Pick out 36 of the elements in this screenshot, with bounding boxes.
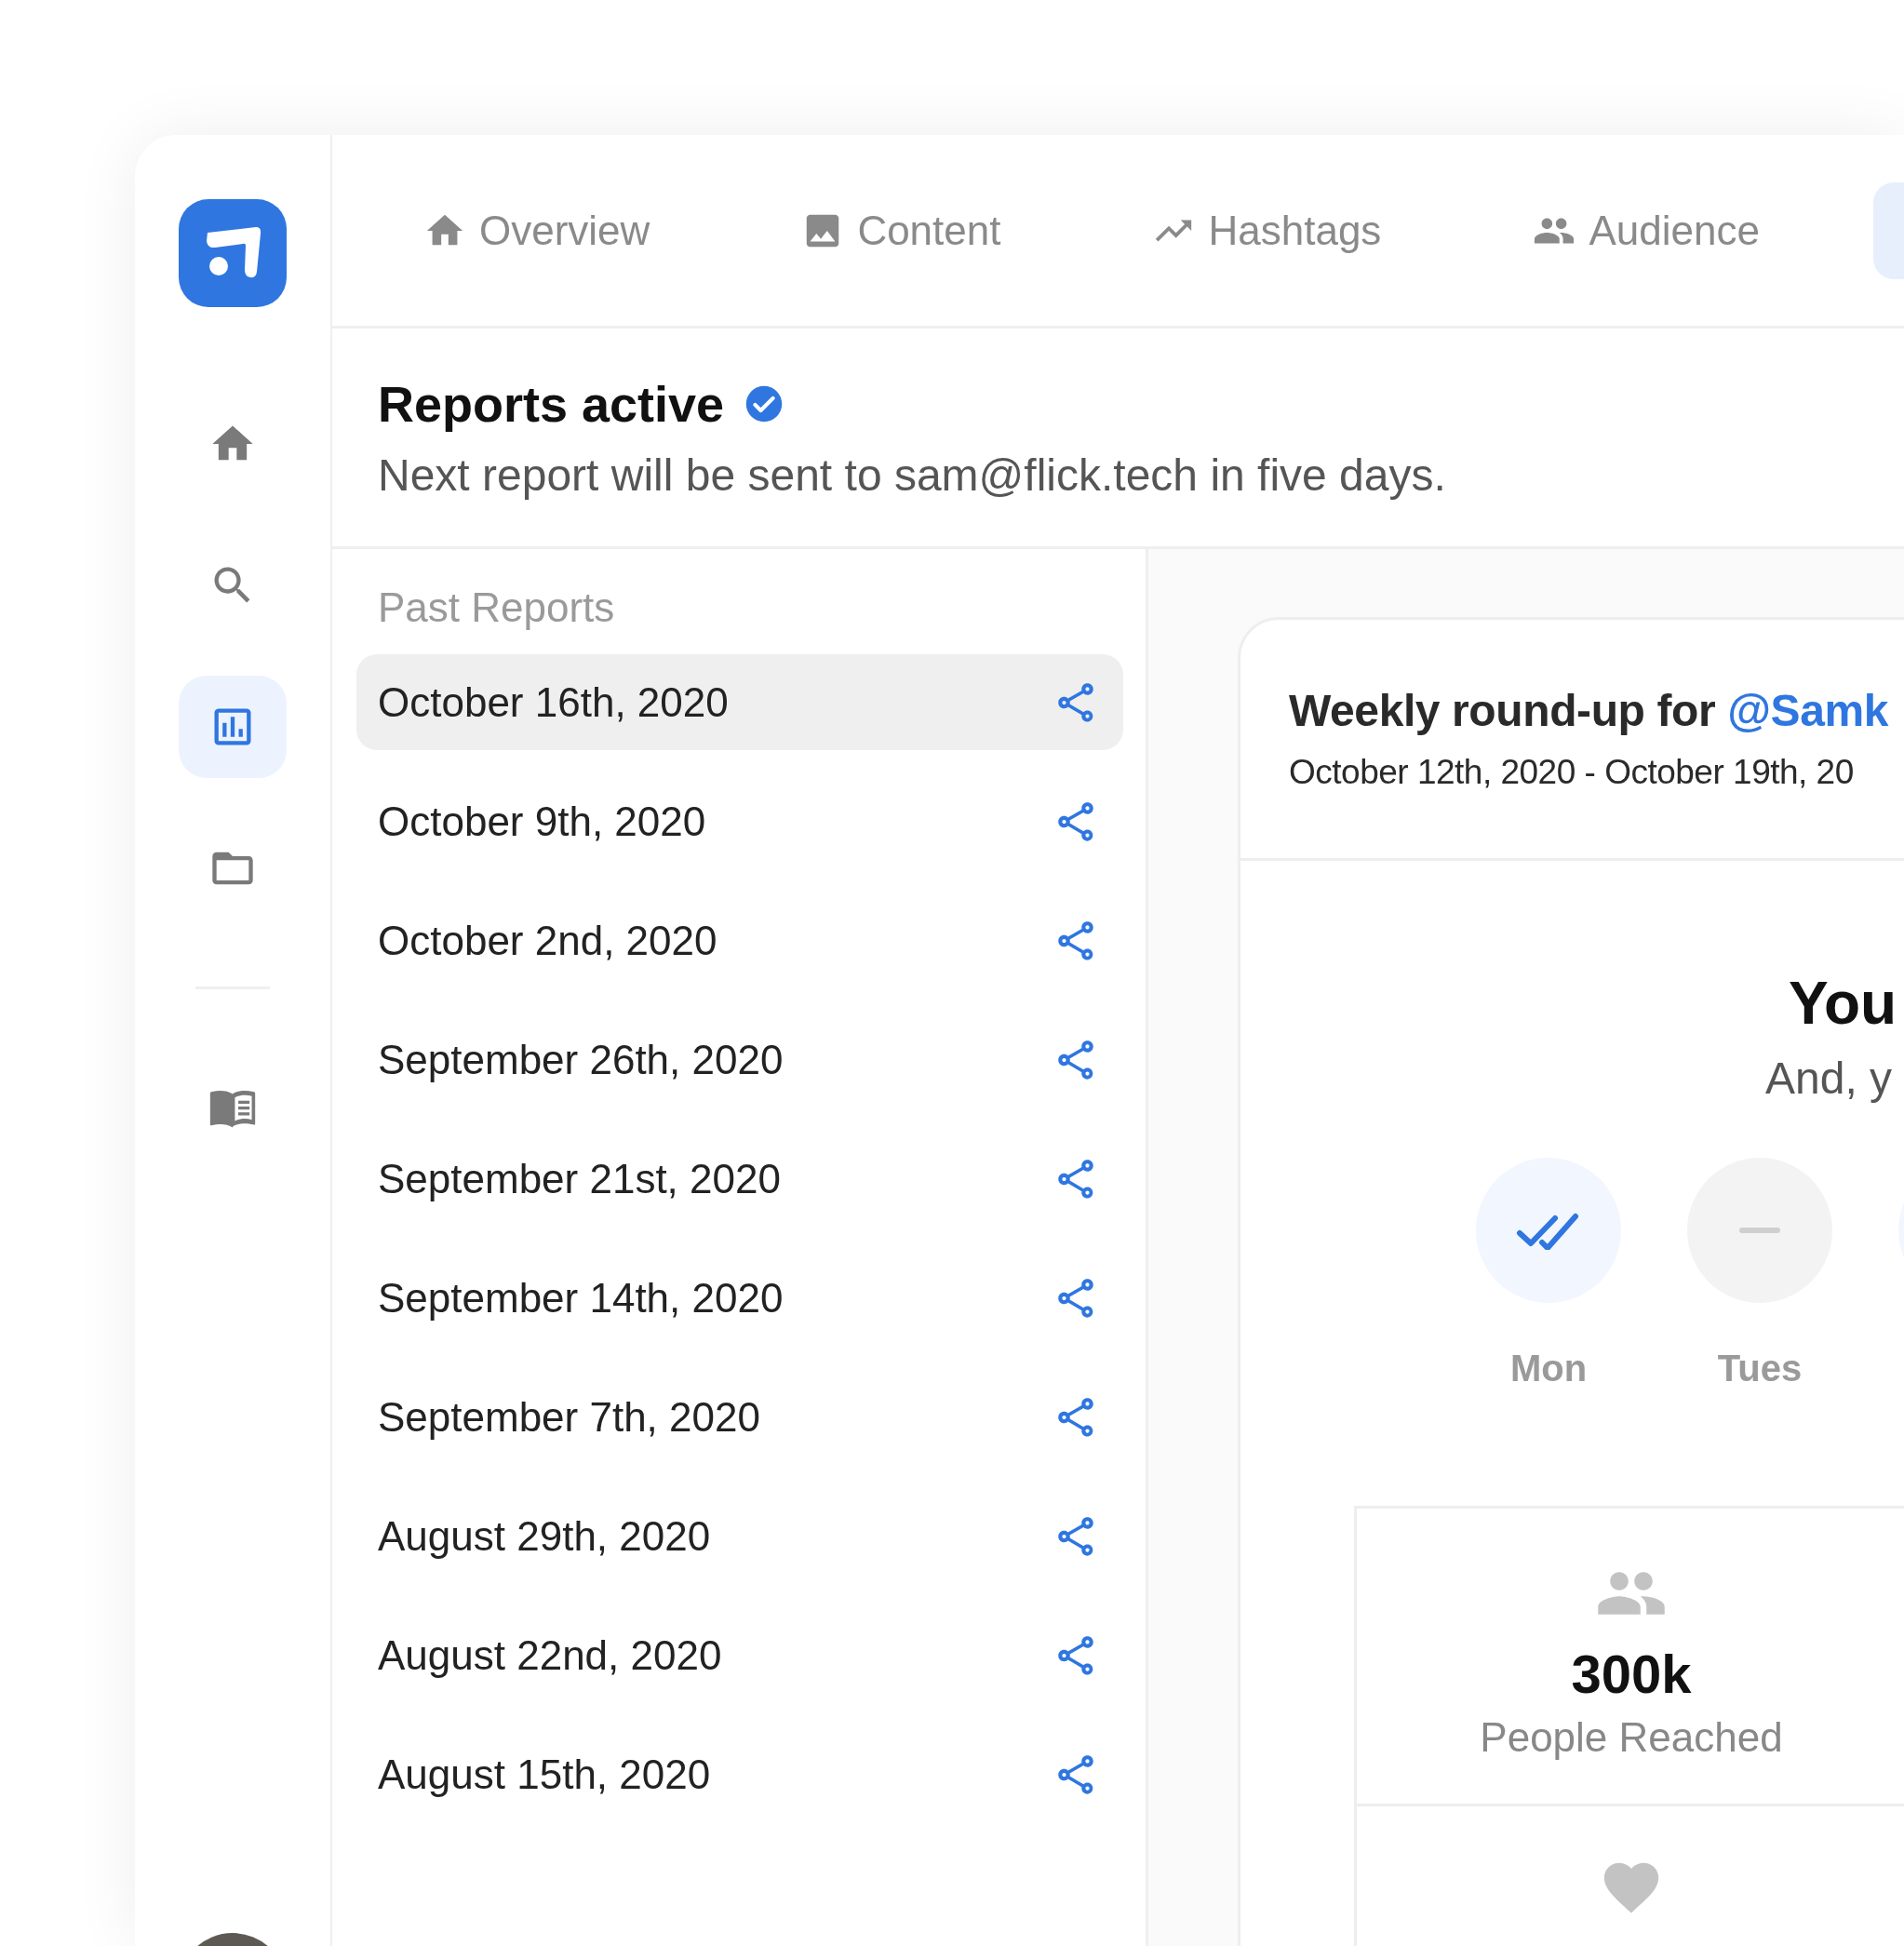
report-date: October 2nd, 2020 (378, 917, 717, 964)
dash-icon (1739, 1228, 1780, 1233)
double-check-icon (1516, 1211, 1581, 1250)
report-headline: You (1789, 969, 1898, 1038)
stat-value: 300k (1571, 1643, 1692, 1705)
report-list-item[interactable]: October 2nd, 2020 (356, 892, 1123, 988)
report-date: August 15th, 2020 (378, 1751, 711, 1798)
app-logo[interactable] (179, 199, 287, 307)
date-range: October 12th, 2020 - October 19th, 20 (1289, 753, 1855, 792)
report-list-item[interactable]: October 9th, 2020 (356, 773, 1123, 869)
report-date: September 7th, 2020 (378, 1393, 760, 1441)
report-title: Weekly round-up for @Samk (1289, 685, 1890, 736)
section-heading: Past Reports (378, 584, 616, 631)
report-date: September 21st, 2020 (378, 1155, 781, 1202)
page-title: Reports active (378, 375, 725, 433)
report-date: October 9th, 2020 (378, 798, 706, 845)
day-label: Tues (1717, 1348, 1803, 1389)
sidebar-item[interactable] (179, 676, 287, 778)
report-date: September 14th, 2020 (378, 1274, 784, 1322)
report-list-item[interactable]: September 21st, 2020 (356, 1131, 1123, 1227)
day-label: Mon (1509, 1348, 1588, 1389)
report-list-item[interactable]: September 26th, 2020 (356, 1012, 1123, 1107)
report-date: September 26th, 2020 (378, 1036, 784, 1083)
handle-link[interactable]: @Samk (1727, 686, 1889, 735)
report-date: October 16th, 2020 (378, 678, 729, 726)
report-subline: And, y (1765, 1053, 1894, 1104)
next-report-text: Next report will be sent to sam@flick.tech in five days. (378, 450, 1447, 501)
report-date: August 22nd, 2020 (378, 1631, 722, 1679)
report-list-item[interactable]: September 7th, 2020 (356, 1369, 1123, 1465)
report-list-item[interactable]: August 15th, 2020 (356, 1726, 1123, 1822)
stat-label: People Reached (1480, 1714, 1783, 1761)
report-list-item[interactable]: October 16th, 2020 (356, 654, 1123, 750)
report-date: August 29th, 2020 (378, 1512, 711, 1560)
report-list-item[interactable]: September 14th, 2020 (356, 1250, 1123, 1346)
report-list-item[interactable]: August 29th, 2020 (356, 1488, 1123, 1584)
report-list-item[interactable]: August 22nd, 2020 (356, 1607, 1123, 1703)
